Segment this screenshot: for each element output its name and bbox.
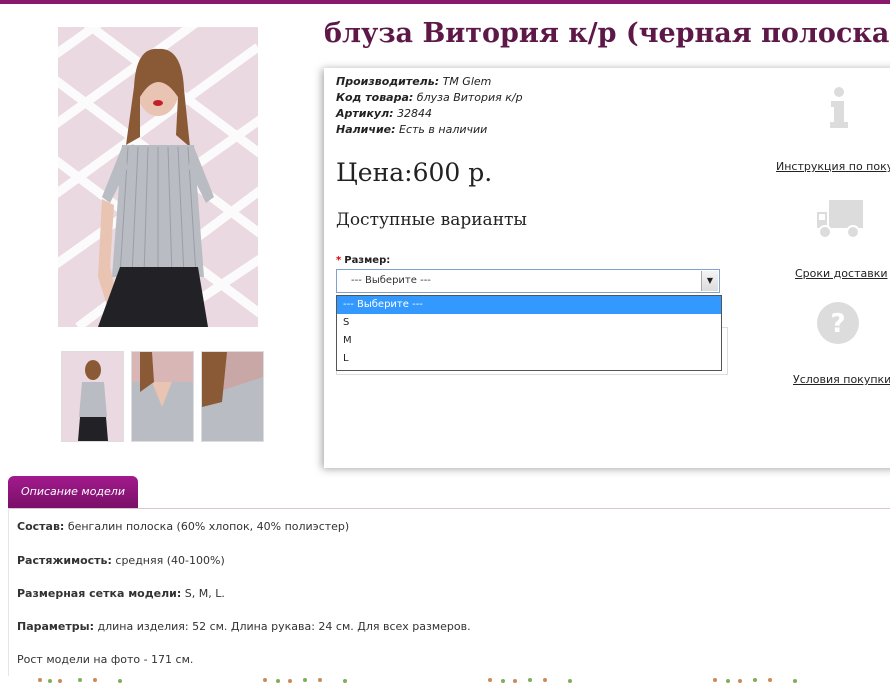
description-left-border	[8, 508, 9, 676]
main-product-photo[interactable]	[58, 27, 258, 327]
article-line: Артикул: 32844	[336, 107, 432, 120]
size-option-l[interactable]: L	[337, 350, 721, 368]
availability-line: Наличие: Есть в наличии	[336, 123, 487, 136]
thumbnail-2[interactable]	[131, 351, 194, 442]
composition-value: бенгалин полоска (60% хлопок, 40% полиэс…	[67, 520, 350, 533]
size-option-placeholder[interactable]: --- Выберите ---	[337, 296, 721, 314]
thumbnail-1[interactable]	[61, 351, 124, 442]
size-grid-label: Размерная сетка модели:	[17, 587, 182, 600]
composition-line: Состав: бенгалин полоска (60% хлопок, 40…	[17, 520, 349, 533]
tab-model-description[interactable]: Описание модели	[8, 476, 138, 508]
model-height-line: Рост модели на фото - 171 см.	[17, 653, 194, 666]
product-code-value: блуза Витория к/р	[416, 91, 523, 104]
size-option-s[interactable]: S	[337, 314, 721, 332]
availability-label: Наличие:	[336, 123, 396, 136]
product-title: блуза Витория к/р (черная полоска)	[324, 18, 890, 49]
stretch-value: средняя (40-100%)	[115, 554, 225, 567]
product-code-label: Код товара:	[336, 91, 414, 104]
thumbnail-3-image	[202, 352, 263, 441]
size-label: * Размер:	[336, 255, 390, 266]
thumbnail-1-image	[62, 352, 123, 441]
thumbnail-3[interactable]	[201, 351, 264, 442]
parameters-label: Параметры:	[17, 620, 94, 633]
size-option-m[interactable]: M	[337, 332, 721, 350]
size-grid-value: S, M, L.	[184, 587, 225, 600]
manufacturer-value: ТМ Glem	[442, 75, 492, 88]
manufacturer-line: Производитель: ТМ Glem	[336, 75, 491, 88]
question-icon[interactable]: ?	[816, 301, 860, 349]
stretch-label: Растяжимость:	[17, 554, 112, 567]
size-label-text: Размер:	[344, 255, 391, 266]
dropdown-arrow-icon[interactable]: ▼	[701, 271, 718, 291]
product-price: Цена:600 р.	[336, 158, 493, 187]
required-mark: *	[336, 255, 342, 266]
size-grid-line: Размерная сетка модели: S, M, L.	[17, 587, 225, 600]
size-select[interactable]: --- Выберите --- ▼	[336, 269, 720, 293]
size-dropdown-list[interactable]: --- Выберите --- S M L	[336, 295, 722, 371]
availability-value: Есть в наличии	[399, 123, 488, 136]
article-value: 32844	[397, 107, 433, 120]
instruction-link[interactable]: Инструкция по покупке	[776, 160, 890, 173]
svg-text:?: ?	[830, 309, 845, 339]
stretch-line: Растяжимость: средняя (40-100%)	[17, 554, 225, 567]
composition-label: Состав:	[17, 520, 65, 533]
thumbnail-2-image	[132, 352, 193, 441]
variants-heading: Доступные варианты	[336, 210, 527, 230]
parameters-line: Параметры: длина изделия: 52 см. Длина р…	[17, 620, 471, 633]
article-label: Артикул:	[336, 107, 394, 120]
size-select-value: --- Выберите ---	[351, 275, 431, 286]
decorative-flower-border	[0, 668, 890, 683]
top-accent-bar	[0, 0, 890, 4]
parameters-value: длина изделия: 52 см. Длина рукава: 24 с…	[97, 620, 471, 633]
delivery-truck-icon[interactable]	[815, 198, 865, 244]
manufacturer-label: Производитель:	[336, 75, 440, 88]
purchase-terms-link[interactable]: Условия покупки	[793, 373, 890, 386]
delivery-terms-link[interactable]: Сроки доставки	[795, 267, 888, 280]
tab-divider	[8, 508, 890, 509]
info-icon[interactable]	[826, 86, 852, 134]
product-photo-image	[58, 27, 258, 327]
product-code-line: Код товара: блуза Витория к/р	[336, 91, 523, 104]
